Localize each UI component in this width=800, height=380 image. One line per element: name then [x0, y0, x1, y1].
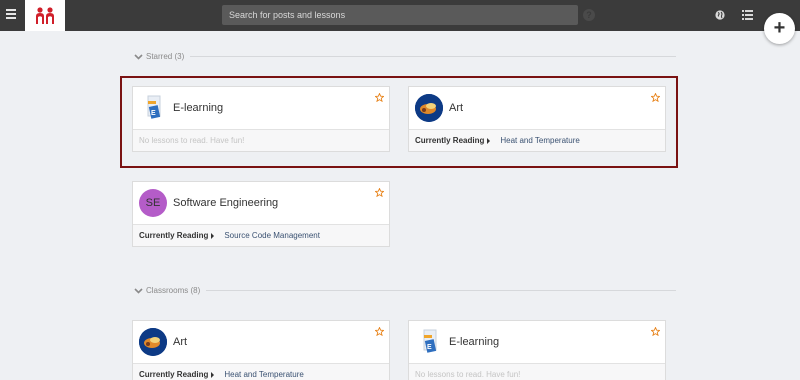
- starred-section-header[interactable]: Starred (3): [134, 50, 676, 62]
- empty-lessons-message: No lessons to read. Have fun!: [415, 370, 521, 379]
- currently-reading-label: Currently Reading: [139, 370, 209, 379]
- card-title[interactable]: Software Engineering: [173, 197, 278, 209]
- star-icon[interactable]: [375, 188, 384, 197]
- search-input[interactable]: Search for posts and lessons: [222, 5, 578, 25]
- star-icon[interactable]: [375, 327, 384, 336]
- card-title[interactable]: Art: [173, 336, 187, 348]
- currently-reading-label: Currently Reading: [139, 231, 209, 240]
- divider: [190, 55, 676, 57]
- globe-icon[interactable]: [715, 10, 725, 20]
- chevron-down-icon: [134, 53, 143, 60]
- caret-right-icon: [211, 232, 215, 239]
- classroom-card-elearning[interactable]: E E-learning No lessons to read. Have fu…: [408, 320, 666, 380]
- help-icon[interactable]: ?: [583, 9, 595, 21]
- list-view-icon[interactable]: [742, 10, 753, 20]
- logo-icon: [36, 6, 54, 24]
- app-logo[interactable]: [25, 0, 65, 31]
- classroom-card-software-engineering[interactable]: SE Software Engineering Currently Readin…: [132, 181, 390, 247]
- hamburger-menu-icon[interactable]: [6, 9, 16, 21]
- divider: [206, 289, 676, 291]
- add-button[interactable]: +: [764, 13, 795, 44]
- classroom-card-art[interactable]: Art Currently Reading Heat and Temperatu…: [132, 320, 390, 380]
- section-title: Starred (3): [146, 51, 185, 61]
- chevron-down-icon: [134, 287, 143, 294]
- avatar-initials: SE: [145, 197, 161, 209]
- current-lesson-link[interactable]: Heat and Temperature: [224, 370, 303, 379]
- current-lesson-link[interactable]: Source Code Management: [224, 231, 320, 240]
- star-icon[interactable]: [651, 327, 660, 336]
- caret-right-icon: [211, 371, 215, 378]
- se-avatar: SE: [139, 189, 167, 217]
- svg-text:E: E: [427, 344, 432, 351]
- elearning-icon: E: [423, 329, 437, 353]
- card-title[interactable]: E-learning: [449, 336, 499, 348]
- section-title: Classrooms (8): [146, 285, 201, 295]
- art-image: [139, 328, 167, 356]
- art-avatar: [139, 328, 167, 356]
- classrooms-section-header[interactable]: Classrooms (8): [134, 284, 676, 296]
- highlight-box: [120, 76, 678, 168]
- top-bar: Search for posts and lessons ?: [0, 0, 800, 31]
